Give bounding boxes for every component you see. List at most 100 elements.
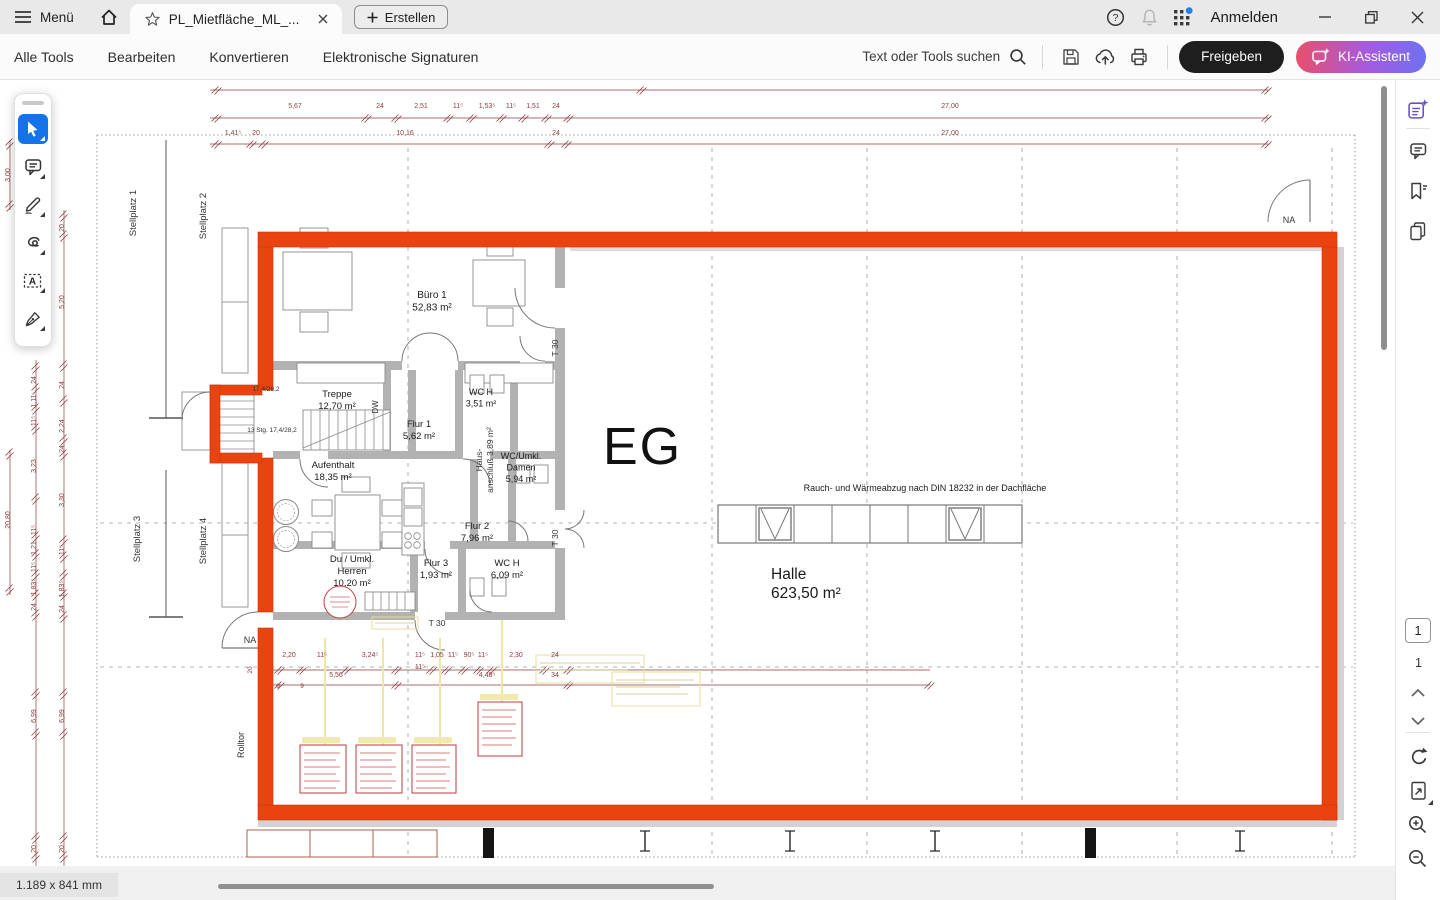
plan-annotation: T 30	[550, 339, 560, 356]
room-label: 5,94 m²	[506, 474, 537, 484]
pages-button[interactable]	[1401, 216, 1435, 246]
dim-label: 2,30	[509, 652, 523, 659]
bookmarks-button[interactable]	[1401, 176, 1435, 206]
dim-label: 3,30	[59, 493, 66, 507]
panel-comment-button[interactable]	[1401, 136, 1435, 166]
create-label: Erstellen	[385, 10, 436, 25]
close-window-button[interactable]	[1394, 0, 1440, 34]
room-label: Aufenthalt	[312, 460, 355, 471]
toolbar-item-alle-tools[interactable]: Alle Tools	[14, 34, 74, 80]
dim-label: 11⁵	[31, 416, 38, 426]
zoom-in-icon	[1407, 814, 1429, 836]
room-label: 3,51 m²	[466, 399, 497, 409]
room-label: Flur 1	[407, 419, 431, 430]
minimize-button[interactable]	[1302, 0, 1348, 34]
star-icon	[144, 11, 161, 28]
dim-label: 10,16	[396, 130, 414, 137]
dim-label: 20	[252, 130, 260, 137]
save-button[interactable]	[1054, 40, 1088, 74]
notifications-button[interactable]	[1132, 0, 1166, 34]
chat-sparkle-icon	[1312, 48, 1330, 65]
ai-assistant-button[interactable]: KI-Assistent	[1296, 41, 1426, 73]
hall-area-label: 623,50 m²	[771, 585, 841, 602]
ai-summary-button[interactable]	[1401, 94, 1435, 124]
room-label: 18,35 m²	[314, 472, 352, 483]
tool-draw[interactable]	[18, 228, 48, 258]
apps-button[interactable]	[1166, 0, 1200, 34]
document-tab[interactable]: PL_Mietfläche_ML_...	[130, 4, 342, 34]
dim-label: 1,83⁵	[31, 579, 38, 596]
floor-plan-svg[interactable]: Büro 152,83 m²Treppe12,70 m²Flur 15,62 m…	[0, 80, 1395, 866]
plan-annotation: T 30	[429, 618, 446, 628]
titlebar: Menü PL_Mietfläche_ML_... Erstellen ? An…	[0, 0, 1440, 34]
copy-pages-icon	[1407, 220, 1429, 242]
dim-label: 24	[59, 381, 66, 389]
dim-label: 20	[59, 845, 66, 853]
toolbar-item-signaturen[interactable]: Elektronische Signaturen	[323, 34, 479, 80]
room-label: 12,70 m²	[318, 401, 356, 412]
plus-icon	[367, 12, 378, 23]
create-button[interactable]: Erstellen	[354, 5, 449, 29]
tab-close-button[interactable]	[312, 8, 334, 30]
vertical-scrollbar[interactable]	[1381, 86, 1387, 350]
tool-sign[interactable]	[18, 304, 48, 334]
print-button[interactable]	[1122, 40, 1156, 74]
dim-label: 20,80	[5, 511, 12, 529]
dim-label: 24	[59, 445, 66, 453]
horizontal-scrollbar[interactable]	[218, 884, 714, 889]
app-menu-button[interactable]: Menü	[0, 0, 88, 34]
tool-text[interactable]: A	[18, 266, 48, 296]
room-label: 5,62 m²	[403, 431, 435, 442]
help-button[interactable]: ?	[1098, 0, 1132, 34]
hall-label: Halle	[771, 566, 806, 583]
divider	[1406, 128, 1430, 129]
tool-comment[interactable]	[18, 152, 48, 182]
room-label: WC H	[469, 387, 493, 397]
plan-annotation: NA	[244, 635, 257, 645]
fit-page-icon	[1407, 780, 1429, 802]
svg-text:A: A	[29, 276, 36, 287]
dim-label: 1,41⁵	[225, 130, 242, 137]
tool-edit[interactable]	[18, 190, 48, 220]
signin-button[interactable]: Anmelden	[1210, 9, 1278, 26]
room-label: Herren	[337, 566, 366, 577]
plan-annotation: 17,4/28,2	[252, 386, 279, 393]
restore-button[interactable]	[1348, 0, 1394, 34]
dim-label: 20	[59, 224, 66, 232]
tool-select[interactable]	[18, 114, 48, 144]
upload-button[interactable]	[1088, 40, 1122, 74]
home-button[interactable]	[88, 0, 130, 34]
chevron-up-icon	[1410, 688, 1426, 698]
zoom-out-button[interactable]	[1401, 844, 1435, 874]
toolbar-item-bearbeiten[interactable]: Bearbeiten	[108, 34, 176, 80]
svg-text:?: ?	[1113, 12, 1119, 24]
dim-label: 5,56	[329, 672, 343, 679]
dim-label: 24	[376, 103, 384, 110]
plan-annotation: Stellplatz 1	[128, 190, 139, 236]
dim-label: 3,24⁵	[362, 652, 379, 659]
tab-title: PL_Mietfläche_ML_...	[169, 12, 304, 27]
dim-label: 27,00	[941, 130, 959, 137]
rotate-button[interactable]	[1401, 742, 1435, 772]
dim-label: 24	[552, 130, 560, 137]
fit-page-button[interactable]	[1401, 776, 1435, 806]
plan-annotation: Rolltor	[236, 732, 246, 758]
dim-label: 11⁵	[448, 652, 458, 659]
dim-label: 5,67	[288, 103, 302, 110]
dim-label: 2,20	[282, 652, 296, 659]
ai-summary-icon	[1407, 99, 1429, 120]
page-up-button[interactable]	[1401, 678, 1435, 708]
share-button[interactable]: Freigeben	[1179, 41, 1284, 73]
zoom-out-icon	[1407, 848, 1429, 870]
zoom-in-button[interactable]	[1401, 810, 1435, 840]
room-label: Büro 1	[417, 290, 447, 301]
page-number-box[interactable]: 1	[1405, 618, 1431, 643]
lasso-icon	[22, 232, 44, 254]
toolbar-item-konvertieren[interactable]: Konvertieren	[209, 34, 288, 80]
dim-label: 5,20	[59, 295, 66, 309]
room-label: WC/Umkl.	[501, 451, 542, 461]
drag-handle[interactable]	[22, 101, 44, 105]
plan-annotation: DW	[371, 400, 380, 414]
search-field[interactable]: Text oder Tools suchen	[858, 48, 1031, 66]
document-canvas[interactable]: Büro 152,83 m²Treppe12,70 m²Flur 15,62 m…	[0, 80, 1395, 866]
